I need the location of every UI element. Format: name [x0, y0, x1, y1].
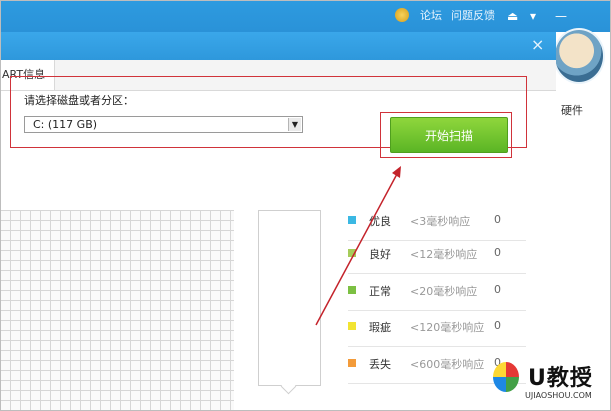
brand-watermark: U教授 UJIAOSHOU.COM	[483, 354, 611, 411]
legend-color-swatch	[348, 249, 356, 257]
medal-icon[interactable]	[395, 8, 409, 22]
legend-color-swatch	[348, 322, 356, 330]
minimize-icon[interactable]: —	[555, 8, 567, 24]
legend-color-swatch	[348, 359, 356, 367]
legend-row: 优良 <3毫秒响应 0	[348, 212, 526, 241]
brand-name: U教授	[528, 366, 593, 391]
sector-preview-box	[258, 210, 321, 386]
legend-row: 良好 <12毫秒响应 0	[348, 245, 526, 274]
legend-count: 0	[494, 246, 501, 259]
dropdown-arrow-icon[interactable]: ▼	[288, 118, 301, 131]
mascot-avatar	[553, 28, 605, 84]
legend-name: 优良	[369, 215, 391, 228]
start-scan-button[interactable]: 开始扫描	[390, 117, 508, 153]
hardware-label: 硬件	[561, 104, 583, 117]
legend-name: 正常	[369, 285, 391, 298]
legend-name: 丢失	[369, 358, 391, 371]
app-top-bar: 论坛 问题反馈 ⏏ ▾ —	[0, 0, 611, 32]
skin-icon[interactable]: ⏏	[507, 8, 518, 24]
legend-count: 0	[494, 283, 501, 296]
dialog-title-bar: ×	[0, 32, 556, 60]
menu-icon[interactable]: ▾	[530, 8, 536, 24]
close-icon[interactable]: ×	[531, 37, 544, 53]
legend-range: <120毫秒响应	[410, 321, 485, 334]
legend-row: 正常 <20毫秒响应 0	[348, 282, 526, 311]
legend-range: <20毫秒响应	[410, 285, 478, 298]
legend-count: 0	[494, 213, 501, 226]
legend-count: 0	[494, 319, 501, 332]
legend-name: 瑕疵	[369, 321, 391, 334]
windows-logo-icon	[493, 362, 519, 392]
forum-link[interactable]: 论坛	[420, 9, 442, 23]
feedback-link[interactable]: 问题反馈	[451, 9, 495, 23]
legend-row: 瑕疵 <120毫秒响应 0	[348, 318, 526, 347]
legend-range: <3毫秒响应	[410, 215, 471, 228]
legend-color-swatch	[348, 216, 356, 224]
legend-range: <600毫秒响应	[410, 358, 485, 371]
legend-range: <12毫秒响应	[410, 248, 478, 261]
legend-color-swatch	[348, 286, 356, 294]
drive-select-value: C: (117 GB)	[33, 118, 98, 131]
sector-grid	[0, 210, 234, 411]
brand-url: UJIAOSHOU.COM	[525, 391, 592, 400]
drive-select[interactable]: C: (117 GB) ▼	[24, 116, 303, 133]
legend-name: 良好	[369, 248, 391, 261]
drive-select-label: 请选择磁盘或者分区：	[24, 94, 134, 107]
